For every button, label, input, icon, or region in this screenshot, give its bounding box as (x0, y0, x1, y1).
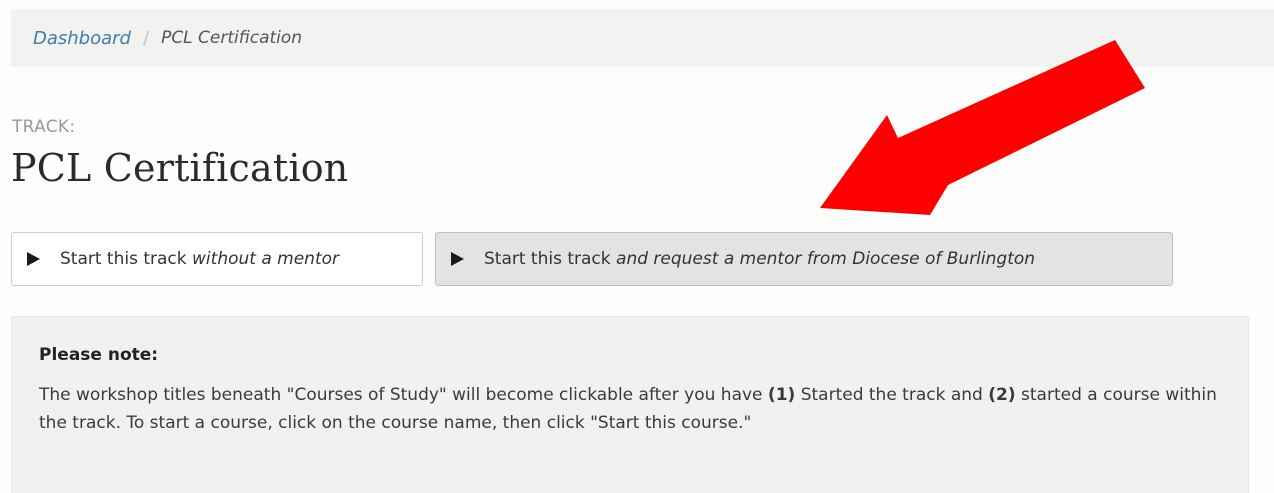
note-title: Please note: (39, 345, 159, 365)
button-label: Start this track and request a mentor fr… (484, 249, 1036, 269)
note-box: Please note: The workshop titles beneath… (11, 316, 1249, 493)
page: Dashboard / PCL Certification TRACK: PCL… (0, 0, 1274, 493)
breadcrumb-current: PCL Certification (161, 28, 303, 48)
note-text: The workshop titles beneath "Courses of … (39, 385, 1217, 433)
button-label-emphasis: without a mentor (192, 249, 340, 269)
breadcrumb-dashboard-link[interactable]: Dashboard (33, 28, 131, 49)
page-title: PCL Certification (11, 146, 349, 190)
step-one-marker: (1) (767, 385, 796, 405)
play-icon (451, 252, 464, 266)
play-icon (27, 252, 40, 266)
breadcrumb-separator: / (142, 27, 150, 49)
button-label: Start this track without a mentor (60, 249, 340, 269)
start-track-request-mentor-button[interactable]: Start this track and request a mentor fr… (435, 232, 1173, 286)
start-track-without-mentor-button[interactable]: Start this track without a mentor (11, 232, 423, 286)
breadcrumb: Dashboard / PCL Certification (11, 9, 1274, 67)
step-two-marker: (2) (988, 385, 1016, 405)
button-label-emphasis: and request a mentor from Diocese of Bur… (616, 249, 1036, 269)
track-label: TRACK: (12, 117, 76, 137)
